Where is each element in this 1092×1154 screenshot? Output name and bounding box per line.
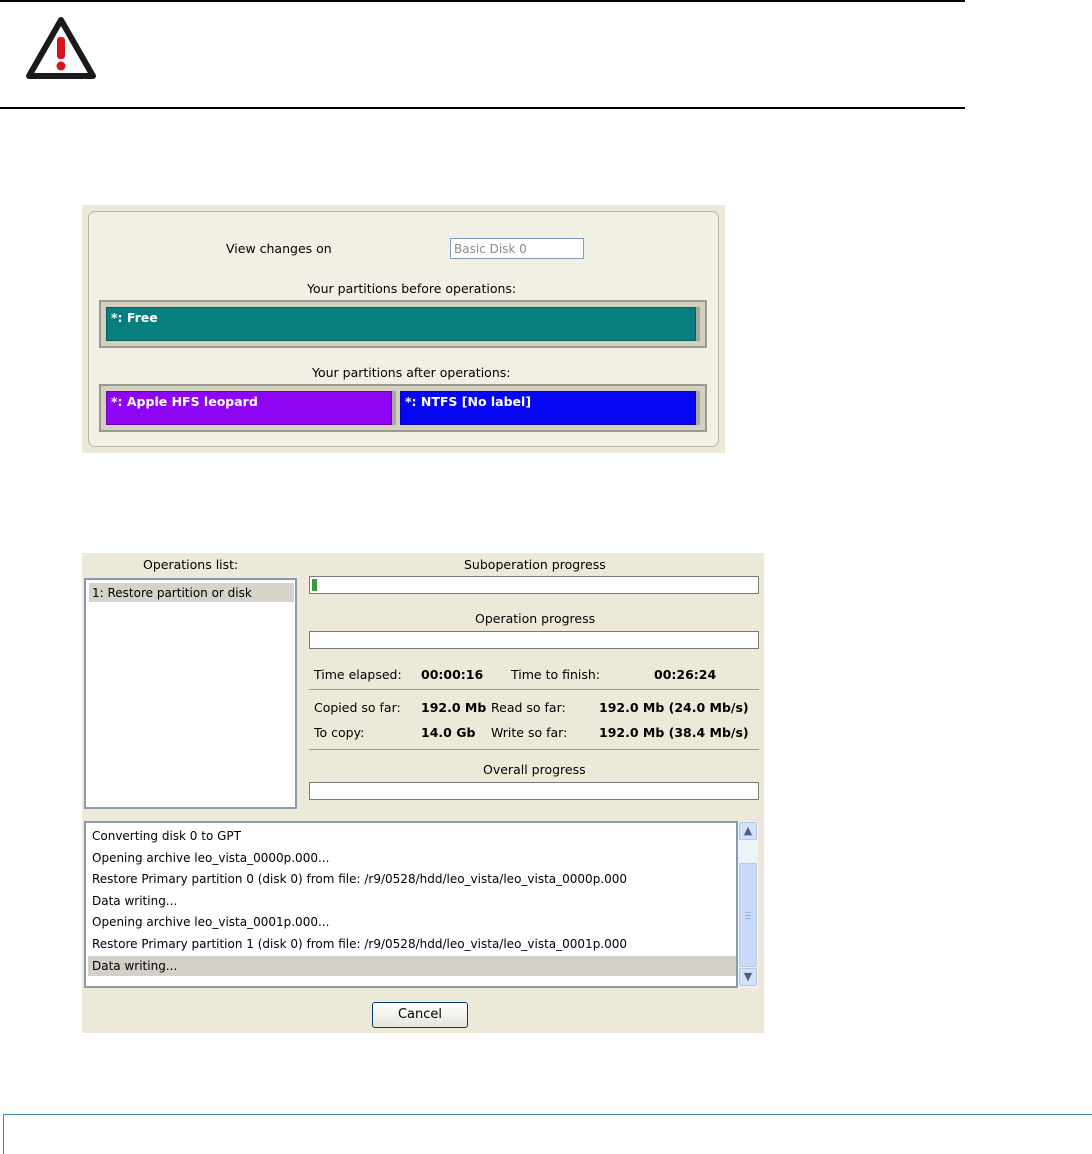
log-line: Opening archive leo_vista_0001p.000... (92, 915, 330, 929)
grip-line (745, 912, 751, 913)
read-so-far-label: Read so far: (491, 700, 566, 715)
log-list[interactable]: Converting disk 0 to GPT Opening archive… (84, 821, 738, 988)
time-to-finish-value: 00:26:24 (654, 667, 717, 682)
write-so-far-label: Write so far: (491, 725, 568, 740)
suboperation-progress-fill (312, 579, 317, 591)
log-line: Restore Primary partition 1 (disk 0) fro… (92, 937, 628, 951)
warning-icon (26, 17, 96, 79)
partitions-preview-panel: View changes on Basic Disk 0 Your partit… (82, 205, 725, 453)
time-to-finish-label: Time to finish: (511, 667, 601, 682)
write-so-far-value: 192.0 Mb (38.4 Mb/s) (599, 725, 749, 740)
log-line: Converting disk 0 to GPT (92, 829, 241, 843)
suboperation-progress-label: Suboperation progress (464, 557, 606, 572)
operations-list-label: Operations list: (143, 557, 239, 572)
scroll-up-icon[interactable]: ▲ (739, 822, 757, 840)
operation-item[interactable]: 1: Restore partition or disk (89, 583, 294, 602)
top-rule (0, 0, 965, 2)
log-line: Data writing... (92, 894, 178, 908)
after-partitions-bar: *: Apple HFS leopard *: NTFS [No label] (99, 384, 707, 432)
before-partitions-bar: *: Free (99, 300, 707, 348)
to-copy-value: 14.0 Gb (421, 725, 476, 740)
operation-progress-bar (309, 631, 759, 649)
overall-progress-label: Overall progress (483, 762, 586, 777)
copied-so-far-label: Copied so far: (314, 700, 401, 715)
copied-so-far-value: 192.0 Mb (421, 700, 487, 715)
read-so-far-value: 192.0 Mb (24.0 Mb/s) (599, 700, 749, 715)
stats-separator-1 (309, 689, 759, 690)
time-elapsed-value: 00:00:16 (421, 667, 484, 682)
warning-bottom-rule (0, 107, 965, 109)
log-line-selected: Data writing... (88, 956, 736, 976)
before-operations-label: Your partitions before operations: (307, 281, 517, 296)
overall-progress-bar (309, 782, 759, 800)
log-scrollbar[interactable]: ▲ ▼ (738, 821, 758, 988)
scroll-thumb[interactable] (739, 863, 757, 967)
after-operations-label: Your partitions after operations: (312, 365, 511, 380)
partitions-groupbox: View changes on Basic Disk 0 Your partit… (88, 211, 719, 447)
grip-line (745, 915, 751, 916)
note-box (3, 1114, 1092, 1154)
progress-panel: Operations list: 1: Restore partition or… (82, 553, 764, 1033)
partition-free[interactable]: *: Free (106, 307, 700, 341)
suboperation-progress-bar (309, 576, 759, 594)
log-line: Opening archive leo_vista_0000p.000... (92, 851, 330, 865)
view-changes-label: View changes on (226, 241, 332, 256)
cancel-button[interactable]: Cancel (372, 1002, 468, 1028)
grip-line (745, 918, 751, 919)
log-line: Restore Primary partition 0 (disk 0) fro… (92, 872, 628, 886)
partition-ntfs[interactable]: *: NTFS [No label] (400, 391, 700, 425)
disk-select-field[interactable]: Basic Disk 0 (450, 238, 584, 259)
operation-progress-label: Operation progress (475, 611, 596, 626)
operations-list[interactable]: 1: Restore partition or disk (84, 578, 297, 809)
to-copy-label: To copy: (314, 725, 365, 740)
stats-separator-2 (309, 749, 759, 750)
time-elapsed-label: Time elapsed: (314, 667, 402, 682)
scroll-down-icon[interactable]: ▼ (739, 968, 757, 986)
partition-apple-hfs[interactable]: *: Apple HFS leopard (106, 391, 396, 425)
